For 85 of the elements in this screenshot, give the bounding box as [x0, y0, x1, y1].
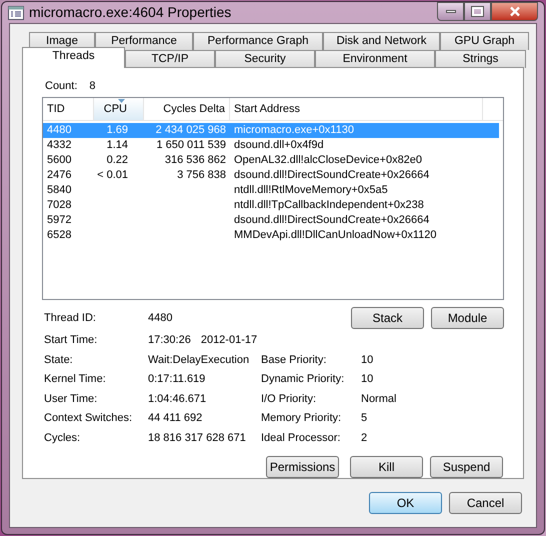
- sort-arrow-icon: [118, 99, 125, 103]
- tab[interactable]: Performance: [95, 32, 193, 50]
- table-cell: 1 650 011 539: [156, 139, 226, 151]
- column-header[interactable]: CPU: [94, 98, 144, 120]
- field-label: Thread ID:: [43, 310, 97, 326]
- table-cell: 4480: [47, 124, 72, 136]
- window-icon: [8, 4, 24, 20]
- field-label: Memory Priority:: [261, 411, 342, 426]
- table-cell: 2 434 025 968: [156, 124, 226, 136]
- table-cell: 6528: [47, 229, 72, 241]
- field-value: 5: [361, 411, 368, 426]
- thread-row[interactable]: 6528 MMDevApi.dll!DllCanUnloadNow+0x1120: [43, 228, 499, 243]
- table-cell: OpenAL32.dll!alcCloseDevice+0x82e0: [234, 154, 422, 166]
- table-cell: 7028: [47, 199, 72, 211]
- thread-row[interactable]: 2476 < 0.01 3 756 838 dsound.dll!DirectSoundCreate+0x26664: [43, 168, 499, 183]
- field-value: 4480: [148, 310, 174, 326]
- table-cell: 5840: [47, 184, 72, 196]
- close-icon: [508, 6, 520, 17]
- table-cell: 3 756 838: [177, 169, 226, 181]
- field-value: 10: [361, 372, 374, 388]
- field-label: User Time:: [43, 392, 98, 407]
- table-cell: dsound.dll!DirectSoundCreate+0x26664: [234, 169, 430, 181]
- dialog-button[interactable]: Cancel: [449, 492, 522, 514]
- action-button[interactable]: Kill: [350, 456, 423, 478]
- table-cell: 2476: [47, 169, 72, 181]
- field-value: 18 816 317 628 671: [148, 430, 247, 446]
- table-cell: dsound.dll+0x4f9d: [234, 139, 324, 151]
- field-value: 17:30:26: [148, 332, 191, 348]
- field-label: Cycles:: [43, 430, 82, 446]
- table-cell: 0.22: [106, 154, 128, 166]
- tab[interactable]: Environment: [315, 50, 435, 68]
- table-cell: < 0.01: [97, 169, 128, 181]
- field-value: 2012-01-17: [200, 332, 258, 348]
- action-button[interactable]: Stack: [351, 307, 424, 329]
- thread-row[interactable]: 5840 ntdll.dll!RtlMoveMemory+0x5a5: [43, 183, 499, 198]
- tab[interactable]: Performance Graph: [193, 32, 323, 50]
- count-value: 8: [89, 78, 96, 94]
- field-value: 2: [361, 430, 368, 446]
- thread-row[interactable]: 7028 ntdll.dll!TpCallbackIndependent+0x238: [43, 198, 499, 213]
- tab[interactable]: TCP/IP: [125, 50, 215, 68]
- field-label: Ideal Processor:: [261, 430, 342, 446]
- tab[interactable]: Security: [215, 50, 315, 68]
- field-label: Kernel Time:: [43, 372, 107, 388]
- table-cell: 5972: [47, 214, 72, 226]
- field-label: Dynamic Priority:: [261, 372, 346, 388]
- table-cell: micromacro.exe+0x1130: [234, 124, 354, 136]
- thread-row[interactable]: 5972 dsound.dll!DirectSoundCreate+0x26664: [43, 213, 499, 228]
- table-cell: 1.14: [106, 139, 128, 151]
- tab[interactable]: Disk and Network: [323, 32, 440, 50]
- column-header[interactable]: Start Address: [230, 98, 483, 120]
- field-label: State:: [43, 352, 74, 368]
- field-value: 10: [361, 352, 374, 368]
- maximize-button[interactable]: [464, 2, 491, 21]
- dialog-button[interactable]: OK: [369, 492, 442, 514]
- table-cell: 1.69: [106, 124, 128, 136]
- thread-list[interactable]: [42, 97, 504, 300]
- table-cell: ntdll.dll!RtlMoveMemory+0x5a5: [234, 184, 388, 196]
- action-button[interactable]: Module: [431, 307, 504, 329]
- table-cell: dsound.dll!DirectSoundCreate+0x26664: [234, 214, 430, 226]
- field-label: Base Priority:: [261, 352, 328, 368]
- field-value: 0:17:11.619: [148, 372, 206, 388]
- tab[interactable]: Threads: [22, 47, 125, 68]
- field-value: Wait:DelayExecution: [148, 352, 250, 368]
- field-label: Start Time:: [43, 332, 98, 348]
- count-label: Count:: [45, 78, 78, 94]
- minimize-button[interactable]: [437, 2, 464, 21]
- field-value: 1:04:46.671: [148, 392, 208, 407]
- action-button[interactable]: Suspend: [430, 456, 503, 478]
- thread-row[interactable]: 4332 1.14 1 650 011 539 dsound.dll+0x4f9d: [43, 138, 499, 153]
- table-cell: MMDevApi.dll!DllCanUnloadNow+0x1120: [234, 229, 436, 241]
- field-value: Normal: [361, 392, 396, 407]
- table-cell: 4332: [47, 139, 72, 151]
- field-label: I/O Priority:: [261, 392, 318, 407]
- table-cell: 5600: [47, 154, 72, 166]
- field-label: Context Switches:: [43, 411, 134, 426]
- table-cell: 316 536 862: [164, 154, 226, 166]
- thread-row[interactable]: 5600 0.22 316 536 862 OpenAL32.dll!alcCloseDevice+0x82e0: [43, 153, 499, 168]
- column-header[interactable]: Cycles Delta: [144, 98, 230, 120]
- close-button[interactable]: [491, 2, 538, 21]
- field-value: 44 411 692: [148, 411, 204, 426]
- action-button[interactable]: Permissions: [266, 456, 339, 478]
- window-title: micromacro.exe:4604 Properties: [29, 3, 232, 22]
- table-cell: ntdll.dll!TpCallbackIndependent+0x238: [234, 199, 424, 211]
- tab[interactable]: Strings: [435, 50, 526, 68]
- tab[interactable]: GPU Graph: [440, 32, 529, 50]
